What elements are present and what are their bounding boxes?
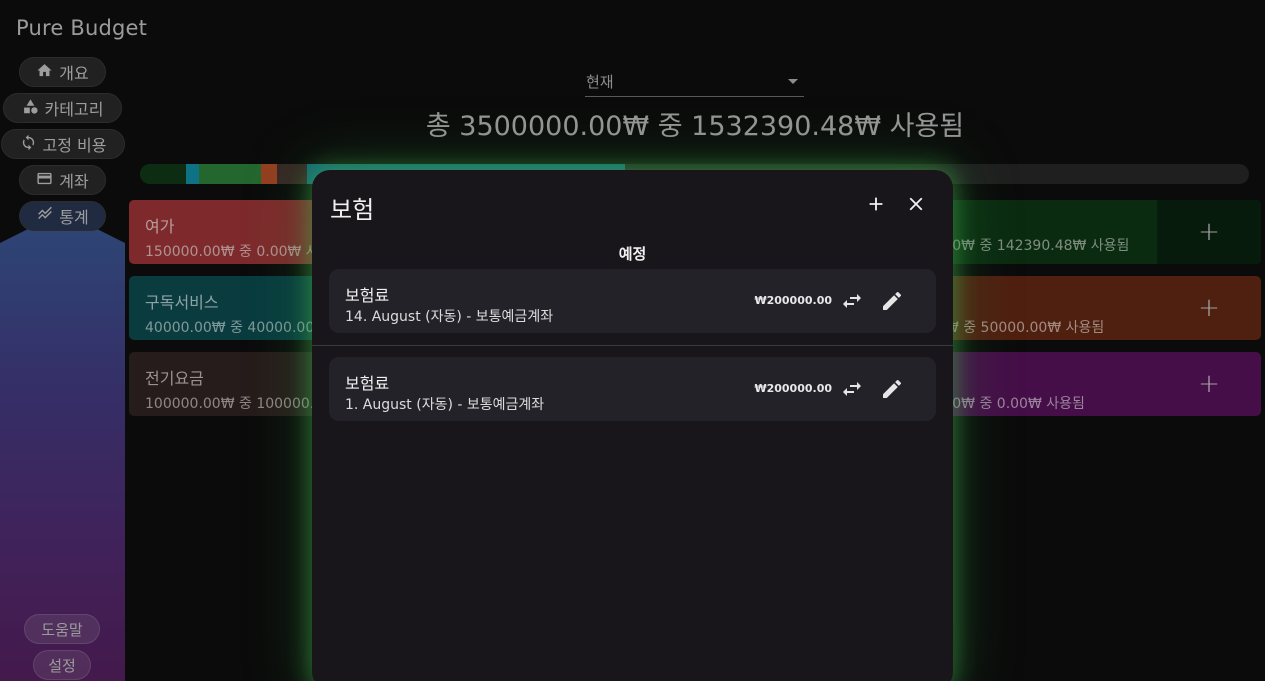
scheduled-entry[interactable]: 보험료 1. August (자동) - 보통예금계좌 ₩200000.00	[329, 357, 936, 421]
entry-amount: ₩200000.00	[754, 382, 832, 395]
plus-icon	[865, 197, 887, 219]
entry-amount: ₩200000.00	[754, 294, 832, 307]
close-icon	[905, 197, 927, 219]
edit-icon[interactable]	[880, 377, 904, 401]
divider	[312, 345, 953, 346]
scheduled-entry[interactable]: 보험료 14. August (자동) - 보통예금계좌 ₩200000.00	[329, 269, 936, 333]
swap-icon[interactable]	[840, 289, 864, 313]
entry-detail: 1. August (자동) - 보통예금계좌	[345, 397, 545, 413]
section-title-scheduled: 예정	[618, 245, 647, 263]
swap-icon[interactable]	[840, 377, 864, 401]
category-detail-dialog: 보험 예정 보험료 14. August (자동) - 보통예금계좌 ₩2000…	[312, 170, 953, 681]
close-button[interactable]	[905, 193, 927, 215]
entry-name: 보험료	[345, 374, 390, 393]
entry-detail: 14. August (자동) - 보통예금계좌	[345, 309, 554, 325]
edit-icon[interactable]	[880, 289, 904, 313]
dialog-title: 보험	[330, 196, 375, 224]
add-button[interactable]	[865, 193, 887, 215]
entry-name: 보험료	[345, 286, 390, 305]
